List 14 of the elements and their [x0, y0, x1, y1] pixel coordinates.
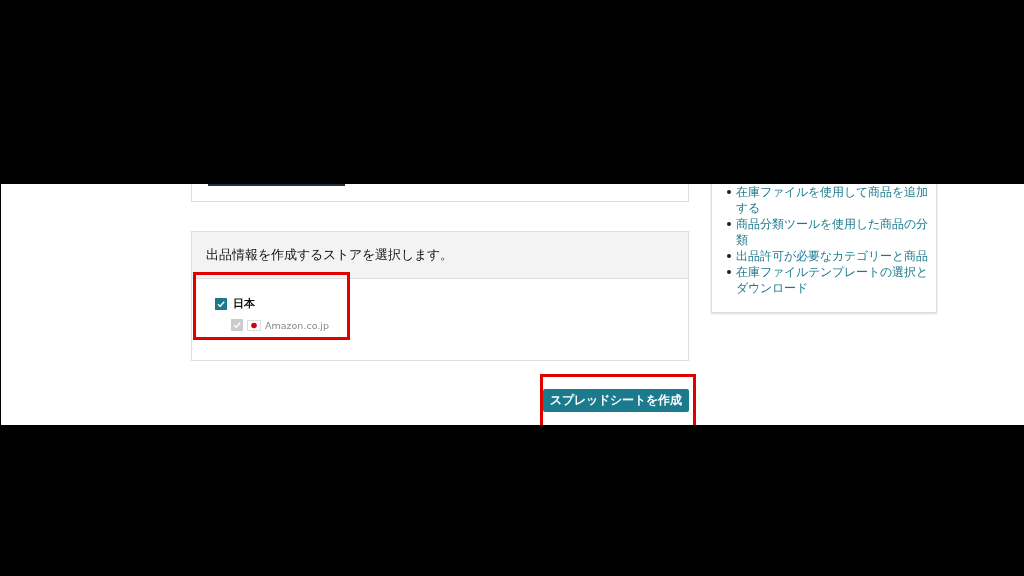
- create-spreadsheet-button[interactable]: スプレッドシートを作成: [543, 389, 689, 412]
- help-link[interactable]: 商品分類ツールを使用した商品の分類: [736, 216, 932, 248]
- store-region-label: 日本: [233, 296, 255, 311]
- panel-title: 出品情報を作成するストアを選択します。: [206, 246, 453, 264]
- help-link[interactable]: 在庫ファイルを使用して商品を追加する: [736, 184, 932, 216]
- bullet-icon: [727, 254, 731, 258]
- help-link[interactable]: 在庫ファイルテンプレートの選択とダウンロード: [736, 264, 932, 296]
- checkbox[interactable]: [215, 297, 227, 310]
- bullet-icon: [727, 270, 731, 274]
- bullet-icon: [727, 190, 731, 194]
- bullet-icon: [727, 222, 731, 226]
- help-link[interactable]: 出品許可が必要なカテゴリーと商品: [736, 248, 932, 264]
- marketplace-label: Amazon.co.jp: [265, 319, 329, 331]
- flag-icon: [247, 319, 261, 331]
